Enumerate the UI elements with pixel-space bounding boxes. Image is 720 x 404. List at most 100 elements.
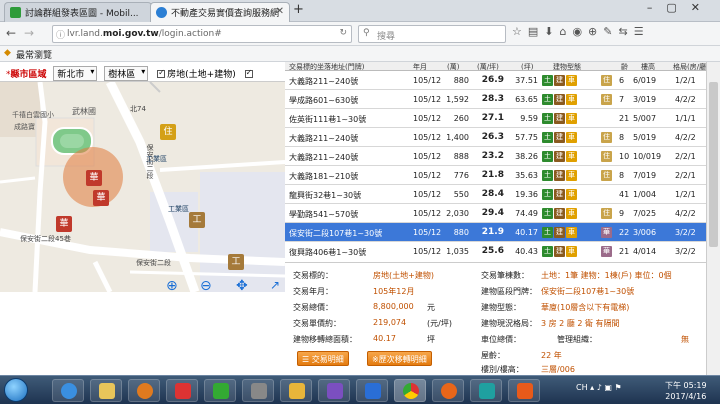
land-badge: 土	[542, 227, 553, 238]
row-address: 保安街二段107巷1~30號	[289, 229, 383, 238]
forward-icon[interactable]: →	[24, 26, 34, 40]
building-badge: 建	[554, 75, 565, 86]
url-bar[interactable]: ⓘ lvr.land.moi.gov.tw/login.action# ↻	[52, 25, 352, 43]
table-row[interactable]: 大義路211~240號 105/12 880 26.9 37.51 土建車住 6 6/019 1…	[285, 71, 706, 90]
table-row[interactable]: 大義路211~240號 105/12 1,400 26.3 57.75 土建車住 8 5/01…	[285, 128, 706, 147]
bookmark-most-visited[interactable]: 最常瀏覽	[16, 51, 52, 61]
map-label-industrial-2: 工業區	[168, 205, 189, 213]
parking-badge: 車	[566, 151, 577, 162]
measure-icon[interactable]: ↗	[270, 278, 280, 292]
row-badges: 土建車	[542, 246, 600, 257]
row-floor: 5/007	[633, 114, 657, 123]
taskbar-app-gray[interactable]	[242, 379, 274, 402]
bookmarks-bar: ◆ 最常瀏覽	[0, 46, 720, 62]
row-badges: 土建車	[542, 170, 600, 181]
taskbar-app-red[interactable]	[166, 379, 198, 402]
zoom-in-icon[interactable]: ⊕	[166, 278, 178, 292]
table-row[interactable]: 大義路211~240號 105/12 888 23.2 38.26 土建車住 10 10/01…	[285, 147, 706, 166]
parking-badge: 車	[566, 113, 577, 124]
row-unit-price: 26.9	[481, 75, 504, 85]
pan-icon[interactable]: ✥	[236, 278, 248, 292]
map-marker-hua-1[interactable]: 華	[86, 170, 102, 186]
map-marker-industrial-2[interactable]: 工	[228, 254, 244, 270]
table-row[interactable]: 復興路406巷1~30號 105/12 1,035 25.6 40.43 土建車華 21 4/…	[285, 242, 706, 260]
row-total: 2,030	[446, 209, 469, 218]
type-tag: 住	[601, 132, 612, 143]
table-row[interactable]: 大義路181~210號 105/12 776 21.8 35.63 土建車住 8 7/019 2…	[285, 166, 706, 185]
window-controls[interactable]: –▢✕	[647, 1, 714, 14]
transfer-history-button[interactable]: ※歷次移轉明細	[367, 351, 432, 366]
detail-total-value: 8,800,000	[373, 302, 414, 311]
row-date: 105/12	[413, 95, 441, 104]
table-row[interactable]: 龍興街32巷1~30號 105/12 550 28.4 19.36 土建車 41 1/004 1…	[285, 185, 706, 204]
building-badge: 建	[554, 170, 565, 181]
taskbar-app-blue[interactable]	[356, 379, 388, 402]
land-badge: 土	[542, 208, 553, 219]
building-badge: 建	[554, 246, 565, 257]
toolbar-icons[interactable]: ☆▤⬇⌂◉⊕✎⇆☰	[512, 25, 650, 38]
map-marker-hua-2[interactable]: 華	[93, 190, 109, 206]
district-value: 樹林區	[108, 70, 136, 80]
back-icon[interactable]: ←	[6, 26, 16, 40]
list-scrollbar[interactable]	[706, 62, 720, 375]
scrollbar-thumb[interactable]	[709, 82, 718, 247]
row-date: 105/12	[413, 76, 441, 85]
reload-icon[interactable]: ↻	[339, 28, 347, 38]
language-indicator[interactable]: CH	[576, 383, 588, 392]
row-layout: 3/2/2	[675, 228, 696, 237]
taskbar-app-green[interactable]	[204, 379, 236, 402]
taskbar-app-yellow[interactable]	[280, 379, 312, 402]
row-area: 40.43	[515, 247, 538, 256]
tab-real-estate[interactable]: 不動產交易實價查詢服務網 ✕	[150, 2, 290, 22]
taskbar-media[interactable]	[128, 379, 160, 402]
taskbar-app-purple[interactable]	[318, 379, 350, 402]
row-unit-price: 28.3	[481, 94, 504, 104]
row-unit-price: 26.3	[481, 132, 504, 142]
land-badge: 土	[542, 246, 553, 257]
table-row[interactable]: 保安街二段107巷1~30號 105/12 880 21.9 40.17 土建車華 22 3/…	[285, 223, 706, 242]
map-marker-hua-3[interactable]: 華	[56, 216, 72, 232]
parking-badge: 車	[566, 132, 577, 143]
taskbar-app-teal[interactable]	[470, 379, 502, 402]
map-marker-industrial-1[interactable]: 工	[189, 212, 205, 228]
row-layout: 2/2/1	[675, 171, 696, 180]
new-tab-button[interactable]: +	[293, 2, 304, 17]
taskbar-explorer[interactable]	[90, 379, 122, 402]
table-row[interactable]: 學成路601~630號 105/12 1,592 28.3 63.65 土建車住 7 3/01…	[285, 90, 706, 109]
row-badges: 土建車	[542, 94, 600, 105]
land-building-checkbox[interactable]	[157, 68, 166, 78]
district-select[interactable]: 樹林區	[104, 66, 149, 81]
map-marker-residential[interactable]: 住	[160, 124, 176, 140]
map-label-baoan-road-2: 保安街二段	[136, 259, 171, 267]
table-row[interactable]: 佐英街111巷1~30號 105/12 260 27.1 9.59 土建車 21 5/007 1…	[285, 109, 706, 128]
row-address: 大義路211~240號	[289, 134, 359, 143]
detail-unit-value: 219,074	[373, 318, 407, 327]
building-badge: 建	[554, 132, 565, 143]
row-layout: 3/2/2	[675, 247, 696, 256]
detail-layout-value: 3 房 2 廳 2 衛 有隔間	[541, 319, 620, 328]
search-bar[interactable]: ⚲ 搜尋	[358, 25, 506, 43]
clock[interactable]: 下午 05:19 2017/4/16	[665, 380, 707, 402]
zoom-out-icon[interactable]: ⊖	[200, 278, 212, 292]
city-select[interactable]: 新北市	[53, 66, 98, 81]
taskbar-chrome[interactable]	[394, 379, 426, 402]
building-badge: 建	[554, 151, 565, 162]
transaction-detail-button[interactable]: ☰ 交易明細	[297, 351, 349, 366]
system-tray[interactable]: CH ▴ ♪ ▣ ⚑	[576, 383, 622, 392]
taskbar-firefox[interactable]	[432, 379, 464, 402]
detail-area-unit: 坪	[427, 335, 435, 344]
detail-date-label: 交易年月：	[293, 287, 333, 296]
extra-checkbox[interactable]	[244, 68, 253, 78]
tab-forum[interactable]: 討論群組發表區圖 - Mobil...	[4, 2, 152, 22]
row-age: 6	[619, 76, 625, 85]
col-area: (坪)	[521, 63, 534, 71]
row-age: 7	[619, 95, 625, 104]
map-view[interactable]: 武林國 千禧白雲國小 成路寶 北74 保安街二段 保安街二段45巷 保安街二段 …	[0, 82, 285, 292]
building-badge: 建	[554, 208, 565, 219]
close-tab-icon[interactable]: ✕	[276, 6, 284, 17]
table-row[interactable]: 學勤路541~570號 105/12 2,030 29.4 74.49 土建車住 9 7/02…	[285, 204, 706, 223]
start-button[interactable]	[4, 378, 28, 402]
taskbar-app-orange[interactable]	[508, 379, 540, 402]
detail-age-value: 22 年	[541, 351, 562, 360]
taskbar-ie[interactable]	[52, 379, 84, 402]
